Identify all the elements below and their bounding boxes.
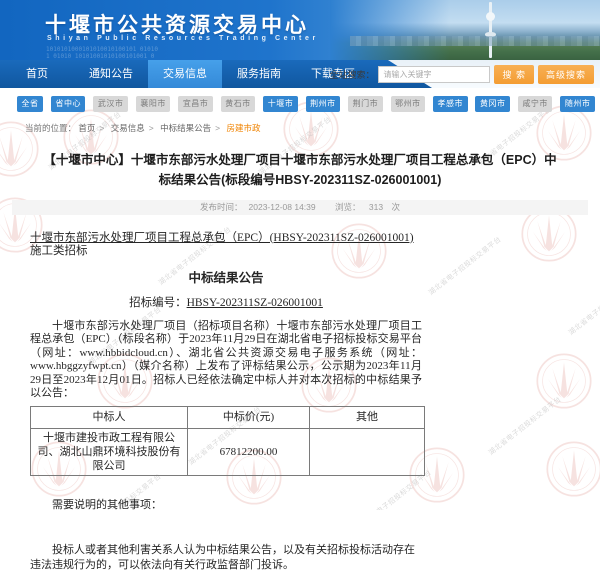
region-button[interactable]: 宜昌市 bbox=[178, 96, 213, 112]
header-winner: 中标人 bbox=[31, 406, 188, 428]
document-body: 十堰市东部污水处理厂项目工程总承包（EPC）(HBSY-202311SZ-026… bbox=[30, 232, 422, 573]
breadcrumb-trading-info[interactable]: 交易信息 bbox=[111, 123, 145, 133]
page-title: 【十堰市中心】十堰市东部污水处理厂项目十堰市东部污水处理厂项目工程总承包（EPC… bbox=[38, 150, 562, 191]
tv-tower-silhouette bbox=[489, 2, 492, 58]
breadcrumb-result-notices[interactable]: 中标结果公告 bbox=[160, 123, 211, 133]
views-unit: 次 bbox=[391, 202, 400, 212]
nav-item-trading-info[interactable]: 交易信息 bbox=[148, 60, 222, 88]
bid-number-line: 招标编号：HBSY-202311SZ-026001001 bbox=[30, 297, 422, 311]
header-banner: 十堰市公共资源交易中心 Shiyan Public Resources Trad… bbox=[0, 0, 600, 60]
cell-winner: 十堰市建投市政工程有限公司、湖北山鼎环境科技股份有限公司 bbox=[31, 428, 188, 475]
article-content: 【十堰市中心】十堰市东部污水处理厂项目十堰市东部污水处理厂项目工程总承包（EPC… bbox=[0, 150, 600, 573]
region-button[interactable]: 黄石市 bbox=[221, 96, 256, 112]
doc-paragraph-complaint: 投标人或者其他利害关系人认为中标结果公告，以及有关招标投标活动存在违法违规行为的… bbox=[30, 543, 422, 573]
cell-price: 67812200.00 bbox=[188, 428, 310, 475]
article-meta-bar: 发布时间： 2023-12-08 14:39 浏览： 313 次 bbox=[12, 200, 588, 215]
region-button[interactable]: 武汉市 bbox=[93, 96, 128, 112]
region-button[interactable]: 孝感市 bbox=[433, 96, 468, 112]
search-label: 全站搜索： bbox=[329, 68, 374, 81]
region-button[interactable]: 全省 bbox=[17, 96, 43, 112]
search-button[interactable]: 搜 索 bbox=[494, 65, 534, 84]
site-search: 全站搜索： 搜 索 高级搜索 bbox=[329, 60, 594, 88]
region-button[interactable]: 十堰市 bbox=[263, 96, 298, 112]
region-button[interactable]: 黄冈市 bbox=[475, 96, 510, 112]
views-count: 313 bbox=[369, 202, 383, 212]
main-navigation: 首页 通知公告 交易信息 服务指南 下载专区 全站搜索： 搜 索 高级搜索 bbox=[0, 60, 600, 88]
bid-number: HBSY-202311SZ-026001001 bbox=[187, 297, 323, 309]
region-button[interactable]: 襄阳市 bbox=[136, 96, 171, 112]
views-label: 浏览： bbox=[335, 202, 361, 212]
search-input[interactable] bbox=[378, 66, 490, 83]
doc-project-line: 十堰市东部污水处理厂项目工程总承包（EPC）(HBSY-202311SZ-026… bbox=[30, 232, 422, 259]
table-row: 十堰市建投市政工程有限公司、湖北山鼎环境科技股份有限公司 67812200.00 bbox=[31, 428, 425, 475]
region-button[interactable]: 荆州市 bbox=[306, 96, 341, 112]
doc-note-heading: 需要说明的其他事项： bbox=[30, 499, 422, 513]
nav-item-home[interactable]: 首页 bbox=[0, 60, 74, 88]
banner-cityscape-image bbox=[330, 0, 600, 60]
region-filter-row: 全省 省中心 武汉市 襄阳市 宜昌市 黄石市 十堰市 荆州市 荆门市 鄂州市 孝… bbox=[0, 88, 600, 115]
breadcrumb-current[interactable]: 房建市政 bbox=[226, 123, 260, 133]
header-price: 中标价(元) bbox=[188, 406, 310, 428]
advanced-search-button[interactable]: 高级搜索 bbox=[538, 65, 594, 84]
cell-other bbox=[310, 428, 425, 475]
publish-time: 2023-12-08 14:39 bbox=[249, 202, 316, 212]
header-other: 其他 bbox=[310, 406, 425, 428]
result-table: 中标人 中标价(元) 其他 十堰市建投市政工程有限公司、湖北山鼎环境科技股份有限… bbox=[30, 406, 425, 476]
doc-heading: 中标结果公告 bbox=[30, 272, 422, 286]
breadcrumb-home[interactable]: 首页 bbox=[78, 123, 95, 133]
publish-time-label: 发布时间： bbox=[200, 202, 243, 212]
region-button[interactable]: 咸宁市 bbox=[518, 96, 553, 112]
doc-paragraph-announcement: 十堰市东部污水处理厂项目（招标项目名称）十堰市东部污水处理厂项目工程总承包（EP… bbox=[30, 320, 422, 401]
region-button[interactable]: 省中心 bbox=[51, 96, 86, 112]
site-subtitle-english: Shiyan Public Resources Trading Center bbox=[47, 35, 319, 42]
region-button[interactable]: 荆门市 bbox=[348, 96, 383, 112]
banner-binary-decoration: 1010101000101010010100101 01010 1 01010 … bbox=[46, 46, 158, 60]
nav-item-service-guide[interactable]: 服务指南 bbox=[222, 60, 296, 88]
nav-item-notices[interactable]: 通知公告 bbox=[74, 60, 148, 88]
table-header-row: 中标人 中标价(元) 其他 bbox=[31, 406, 425, 428]
breadcrumb-prefix: 当前的位置： bbox=[25, 123, 76, 133]
region-button[interactable]: 随州市 bbox=[560, 96, 595, 112]
breadcrumb: 当前的位置： 首页> 交易信息> 中标结果公告> 房建市政 bbox=[0, 115, 600, 140]
region-button[interactable]: 鄂州市 bbox=[391, 96, 426, 112]
